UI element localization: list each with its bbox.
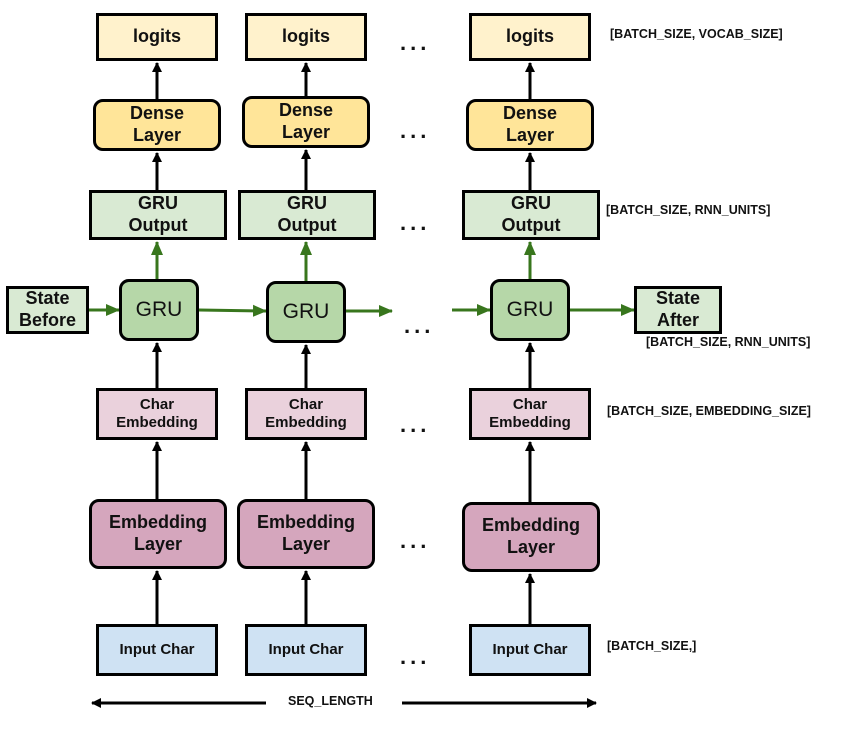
input-char-label: Input Char (119, 640, 195, 658)
char-embedding-label: Char Embedding (489, 395, 571, 431)
gru-label: GRU (282, 300, 330, 324)
ellipsis-input-char: ... (400, 644, 431, 669)
ellipsis-logits: ... (400, 30, 431, 55)
arrow-gru-to-gru (198, 304, 267, 317)
input-char-label: Input Char (268, 640, 344, 658)
logits-label: logits (506, 26, 554, 47)
dense-layer-box: Dense Layer (466, 99, 594, 151)
shape-label-gru-output: [BATCH_SIZE, RNN_UNITS] (606, 203, 771, 217)
gru-label: GRU (506, 298, 554, 322)
embedding-layer-label: Embedding Layer (482, 515, 580, 557)
ellipsis-dense: ... (400, 118, 431, 143)
state-after-label: State After (655, 288, 700, 330)
embedding-layer-box: Embedding Layer (237, 499, 375, 569)
state-before-label: State Before (18, 288, 76, 330)
input-char-label: Input Char (492, 640, 568, 658)
dense-layer-label: Dense Layer (278, 100, 334, 142)
ellipsis-embedding-layer: ... (400, 528, 431, 553)
dense-layer-label: Dense Layer (502, 103, 558, 145)
gru-output-label: GRU Output (501, 193, 561, 235)
shape-label-state-after: [BATCH_SIZE, RNN_UNITS] (646, 335, 811, 349)
gru-output-box: GRU Output (89, 190, 227, 240)
logits-box: logits (469, 13, 591, 61)
logits-box: logits (96, 13, 218, 61)
embedding-layer-label: Embedding Layer (109, 512, 207, 554)
shape-label-input-char: [BATCH_SIZE,] (607, 639, 697, 653)
seq-length-label: SEQ_LENGTH (288, 694, 373, 708)
input-char-box: Input Char (96, 624, 218, 676)
state-after-box: State After (634, 286, 722, 334)
gru-output-box: GRU Output (238, 190, 376, 240)
char-embedding-label: Char Embedding (116, 395, 198, 431)
char-embedding-label: Char Embedding (265, 395, 347, 431)
char-embedding-box: Char Embedding (245, 388, 367, 440)
gru-output-label: GRU Output (277, 193, 337, 235)
rnn-diagram: logits Dense Layer GRU Output GRU Char E… (0, 0, 842, 730)
dense-layer-box: Dense Layer (242, 96, 370, 148)
shape-label-char-embedding: [BATCH_SIZE, EMBEDDING_SIZE] (607, 404, 811, 418)
embedding-layer-label: Embedding Layer (257, 512, 355, 554)
gru-cell: GRU (266, 281, 346, 343)
gru-output-label: GRU Output (128, 193, 188, 235)
state-before-box: State Before (6, 286, 89, 334)
gru-cell: GRU (490, 279, 570, 341)
embedding-layer-box: Embedding Layer (462, 502, 600, 572)
input-char-box: Input Char (469, 624, 591, 676)
gru-output-box: GRU Output (462, 190, 600, 240)
char-embedding-box: Char Embedding (96, 388, 218, 440)
ellipsis-gru: ... (404, 313, 435, 338)
embedding-layer-box: Embedding Layer (89, 499, 227, 569)
gru-cell: GRU (119, 279, 199, 341)
char-embedding-box: Char Embedding (469, 388, 591, 440)
ellipsis-char-embedding: ... (400, 412, 431, 437)
logits-label: logits (282, 26, 330, 47)
logits-box: logits (245, 13, 367, 61)
shape-label-logits: [BATCH_SIZE, VOCAB_SIZE] (610, 27, 783, 41)
dense-layer-box: Dense Layer (93, 99, 221, 151)
dense-layer-label: Dense Layer (129, 103, 185, 145)
gru-label: GRU (135, 298, 183, 322)
input-char-box: Input Char (245, 624, 367, 676)
ellipsis-gru-output: ... (400, 210, 431, 235)
logits-label: logits (133, 26, 181, 47)
